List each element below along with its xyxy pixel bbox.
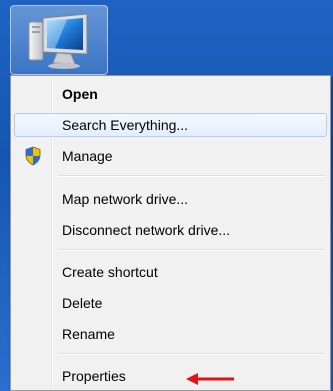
menu-item-create-shortcut[interactable]: Create shortcut	[14, 260, 327, 284]
menu-item-map-network-drive[interactable]: Map network drive...	[14, 187, 327, 211]
uac-shield-icon	[24, 146, 42, 171]
menu-item-manage[interactable]: Manage	[14, 144, 327, 168]
menu-item-delete[interactable]: Delete	[14, 291, 327, 315]
menu-item-label: Create shortcut	[62, 264, 158, 280]
menu-item-label: Search Everything...	[62, 117, 189, 133]
computer-icon	[27, 12, 91, 77]
menu-item-properties[interactable]: Properties	[14, 364, 327, 388]
menu-item-label: Rename	[62, 326, 115, 342]
menu-item-disconnect-network-drive[interactable]: Disconnect network drive...	[14, 218, 327, 242]
menu-item-label: Properties	[62, 368, 126, 384]
menu-item-label: Open	[62, 86, 98, 102]
red-arrow-icon	[186, 372, 236, 390]
menu-separator	[58, 175, 325, 177]
menu-item-label: Disconnect network drive...	[62, 222, 231, 238]
computer-desktop-icon[interactable]	[10, 5, 108, 75]
menu-item-open[interactable]: Open	[14, 82, 327, 106]
context-menu: Open Search Everything... Manage Map net…	[10, 75, 331, 391]
menu-item-label: Delete	[62, 295, 103, 311]
menu-item-search-everything[interactable]: Search Everything...	[14, 113, 327, 137]
menu-item-rename[interactable]: Rename	[14, 322, 327, 346]
menu-separator	[58, 249, 325, 251]
menu-separator	[58, 353, 325, 355]
menu-item-label: Manage	[62, 148, 113, 164]
menu-item-label: Map network drive...	[62, 191, 189, 207]
